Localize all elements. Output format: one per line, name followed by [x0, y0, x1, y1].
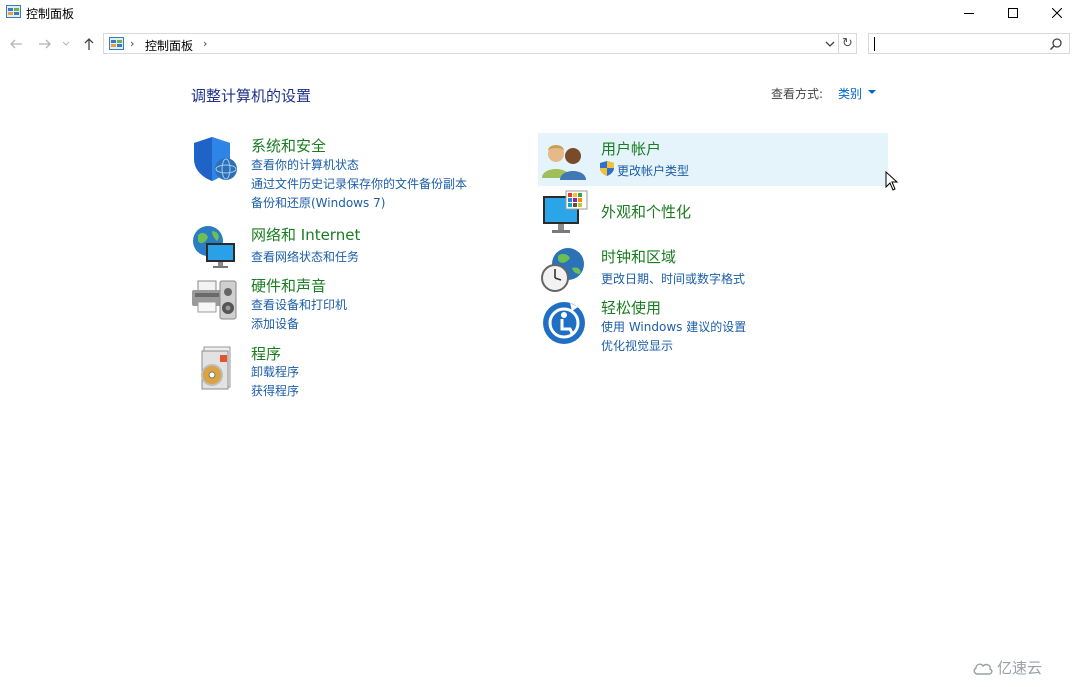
- shield-icon[interactable]: [190, 135, 238, 183]
- back-arrow-icon: [10, 39, 22, 49]
- uac-shield-icon: [600, 161, 614, 176]
- category-ease-of-access: 轻松使用 使用 Windows 建议的设置 优化视觉显示: [540, 297, 880, 357]
- printer-speaker-icon[interactable]: [190, 275, 238, 323]
- accessibility-icon[interactable]: [540, 297, 588, 345]
- link-backup-restore[interactable]: 备份和还原(Windows 7): [251, 194, 385, 211]
- cloud-logo-icon: [973, 663, 993, 675]
- minimize-icon: [964, 13, 974, 14]
- minimize-button[interactable]: [946, 0, 992, 26]
- link-add-device[interactable]: 添加设备: [251, 315, 299, 332]
- link-change-date-time-format[interactable]: 更改日期、时间或数字格式: [601, 270, 745, 287]
- link-uninstall-program[interactable]: 卸载程序: [251, 363, 299, 380]
- back-button[interactable]: [7, 35, 25, 53]
- category-title[interactable]: 时钟和区域: [601, 246, 676, 267]
- link-change-account-type[interactable]: 更改帐户类型: [617, 162, 689, 179]
- category-title[interactable]: 外观和个性化: [601, 201, 691, 222]
- category-user-accounts: 用户帐户 更改帐户类型: [540, 138, 880, 184]
- watermark: 亿速云: [973, 657, 1042, 678]
- category-title[interactable]: 网络和 Internet: [251, 224, 360, 245]
- title-bar: 控制面板: [0, 0, 1080, 26]
- category-clock-region: 时钟和区域 更改日期、时间或数字格式: [540, 246, 880, 294]
- category-system-security: 系统和安全 查看你的计算机状态 通过文件历史记录保存你的文件备份副本 备份和还原…: [190, 135, 490, 215]
- link-file-history[interactable]: 通过文件历史记录保存你的文件备份副本: [251, 175, 467, 192]
- category-title[interactable]: 系统和安全: [251, 135, 326, 156]
- breadcrumb-chevron-icon[interactable]: ›: [130, 37, 134, 50]
- clock-globe-icon[interactable]: [540, 246, 588, 294]
- category-appearance-personalization: 外观和个性化: [540, 190, 880, 238]
- control-panel-icon: [6, 5, 21, 18]
- control-panel-icon: [109, 37, 124, 50]
- users-icon[interactable]: [540, 138, 588, 186]
- category-network-internet: 网络和 Internet 查看网络状态和任务: [190, 223, 490, 269]
- search-input[interactable]: [868, 33, 1070, 54]
- category-title[interactable]: 轻松使用: [601, 297, 661, 318]
- link-windows-recommended-settings[interactable]: 使用 Windows 建议的设置: [601, 318, 746, 335]
- link-optimize-visual-display[interactable]: 优化视觉显示: [601, 337, 673, 354]
- category-title[interactable]: 用户帐户: [601, 138, 661, 159]
- close-button[interactable]: [1034, 0, 1080, 26]
- monitor-palette-icon[interactable]: [540, 190, 588, 238]
- category-programs: 程序 卸载程序 获得程序: [190, 343, 490, 403]
- window-title: 控制面板: [26, 7, 75, 21]
- link-network-status[interactable]: 查看网络状态和任务: [251, 248, 359, 265]
- programs-disc-icon[interactable]: [190, 343, 238, 391]
- forward-arrow-icon: [39, 39, 51, 49]
- network-globe-icon[interactable]: [190, 223, 238, 271]
- link-get-programs[interactable]: 获得程序: [251, 382, 299, 399]
- up-arrow-icon: [84, 38, 94, 50]
- maximize-button[interactable]: [990, 0, 1036, 26]
- maximize-icon: [1008, 8, 1018, 18]
- category-hardware-sound: 硬件和声音 查看设备和打印机 添加设备: [190, 275, 490, 335]
- refresh-icon: ↻: [842, 36, 853, 51]
- category-title[interactable]: 程序: [251, 343, 281, 364]
- close-icon: [1052, 8, 1062, 18]
- watermark-text: 亿速云: [997, 659, 1043, 677]
- breadcrumb-chevron-icon[interactable]: ›: [203, 37, 207, 50]
- view-by-dropdown[interactable]: 类别: [838, 85, 862, 102]
- category-title[interactable]: 硬件和声音: [251, 275, 326, 296]
- refresh-button[interactable]: ↻: [839, 33, 857, 54]
- chevron-down-icon: [62, 41, 70, 46]
- breadcrumb-control-panel[interactable]: 控制面板: [145, 37, 193, 54]
- up-button[interactable]: [80, 35, 98, 53]
- chevron-down-icon[interactable]: [868, 90, 876, 94]
- mouse-cursor-icon: [885, 171, 899, 191]
- text-caret: [874, 37, 875, 51]
- page-heading: 调整计算机的设置: [191, 87, 312, 105]
- view-by-label: 查看方式:: [771, 87, 824, 101]
- address-dropdown-icon[interactable]: [824, 37, 836, 51]
- link-devices-printers[interactable]: 查看设备和打印机: [251, 296, 347, 313]
- search-icon[interactable]: [1049, 37, 1063, 51]
- link-view-computer-status[interactable]: 查看你的计算机状态: [251, 156, 359, 173]
- forward-button[interactable]: [36, 35, 54, 53]
- address-bar[interactable]: › 控制面板 ›: [103, 33, 839, 54]
- navigation-bar: › 控制面板 › ↻: [0, 31, 1080, 57]
- recent-locations-button[interactable]: [60, 35, 72, 53]
